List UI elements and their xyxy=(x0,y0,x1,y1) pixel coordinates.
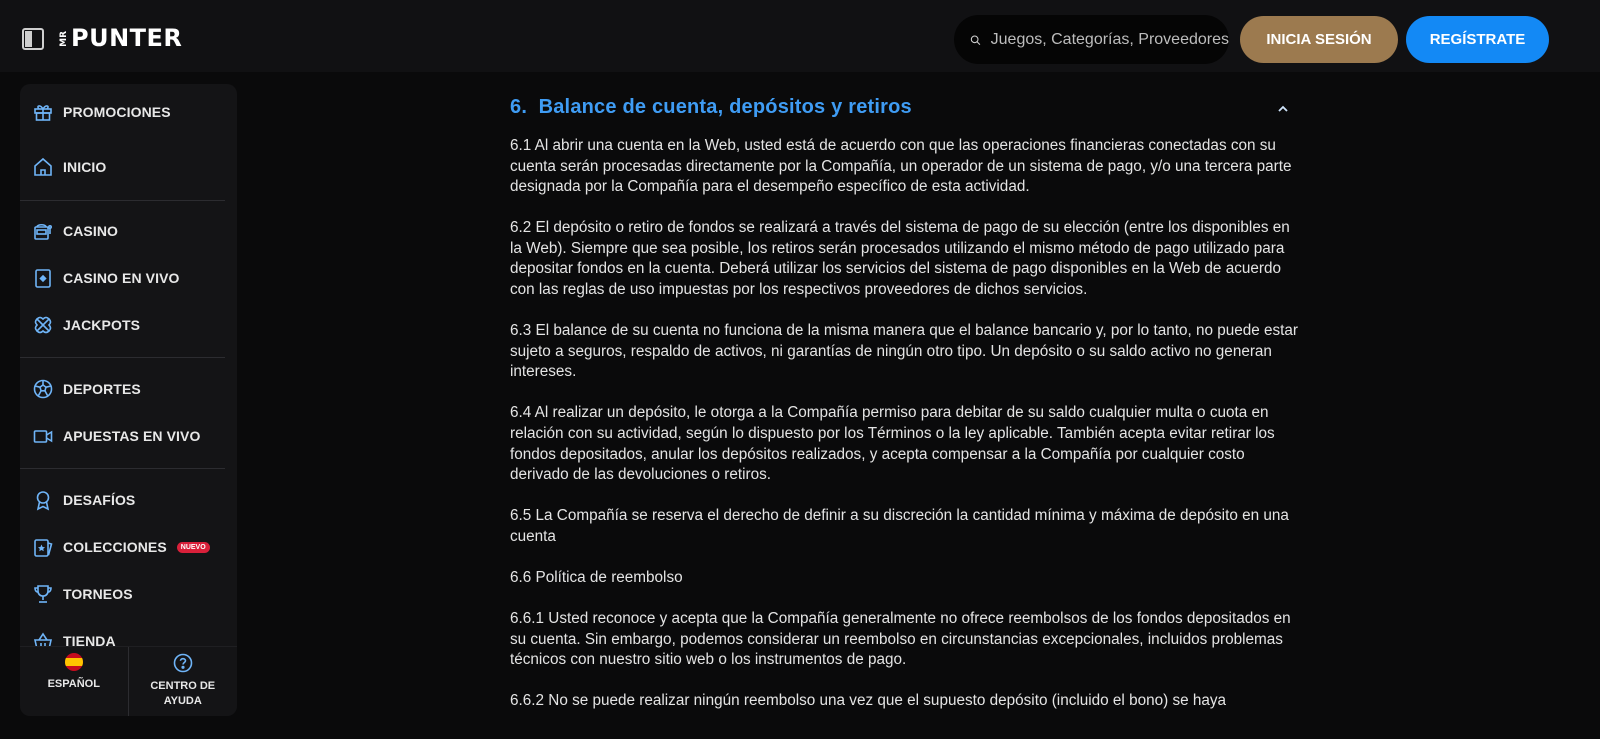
clover-icon xyxy=(34,316,52,334)
logo[interactable]: MR PUNTER xyxy=(59,24,183,52)
sidebar-item-casino-en-vivo[interactable]: CASINO EN VIVO xyxy=(20,258,237,298)
sidebar-item-inicio[interactable]: INICIO xyxy=(20,147,237,187)
help-center-line1: CENTRO DE xyxy=(150,680,216,692)
search-icon xyxy=(970,34,981,45)
help-icon xyxy=(173,653,193,673)
paragraph: 6.2 El depósito o retiro de fondos se re… xyxy=(510,219,1290,299)
sidebar-item-jackpots[interactable]: JACKPOTS xyxy=(20,305,237,345)
sidebar-item-label: DEPORTES xyxy=(63,381,141,397)
soccer-ball-icon xyxy=(33,379,53,399)
sidebar-item-colecciones[interactable]: COLECCIONES NUEVO xyxy=(20,527,237,567)
slot-machine-icon xyxy=(34,223,52,240)
sidebar: PROMOCIONES INICIO CASINO CASINO EN VIVO… xyxy=(20,84,237,716)
help-center-label: CENTRO DE AYUDA xyxy=(150,679,215,709)
sidebar-item-label: CASINO xyxy=(63,223,119,239)
card-icon xyxy=(35,269,51,288)
paragraph: 6.5 La Compañía se reserva el derecho de… xyxy=(510,507,1289,545)
sidebar-item-label: COLECCIONES xyxy=(63,539,167,555)
sidebar-footer: ESPAÑOL CENTRO DE AYUDA xyxy=(20,646,237,716)
trophy-icon xyxy=(34,585,52,603)
sidebar-item-label: APUESTAS EN VIVO xyxy=(63,428,201,444)
sidebar-divider xyxy=(20,468,225,469)
logo-word: PUNTER xyxy=(71,24,183,52)
sidebar-item-label: TORNEOS xyxy=(63,586,133,602)
sidebar-item-apuestas-en-vivo[interactable]: APUESTAS EN VIVO xyxy=(20,416,237,456)
paragraph: 6.3 El balance de su cuenta no funciona … xyxy=(510,322,1299,381)
logo-small-text: MR xyxy=(59,31,69,47)
video-camera-icon xyxy=(33,430,53,443)
sidebar-divider xyxy=(20,357,225,358)
help-center-link[interactable]: CENTRO DE AYUDA xyxy=(129,647,238,716)
top-bar: MR PUNTER Juegos, Categorías, Proveedore… xyxy=(0,0,1600,72)
sidebar-item-label: JACKPOTS xyxy=(63,317,141,333)
search-placeholder: Juegos, Categorías, Proveedores xyxy=(990,30,1229,48)
sidebar-item-deportes[interactable]: DEPORTES xyxy=(20,369,237,409)
section-title: 6. Balance de cuenta, depósitos y retiro… xyxy=(510,96,912,118)
language-selector[interactable]: ESPAÑOL xyxy=(20,647,129,716)
sidebar-item-label: INICIO xyxy=(63,159,107,175)
register-button[interactable]: REGÍSTRATE xyxy=(1406,16,1549,63)
gift-icon xyxy=(34,105,52,121)
language-label: ESPAÑOL xyxy=(47,678,100,690)
spain-flag-icon xyxy=(64,653,83,671)
medal-icon xyxy=(36,491,50,511)
help-center-line2: AYUDA xyxy=(163,695,202,707)
section-header[interactable]: 6. Balance de cuenta, depósitos y retiro… xyxy=(510,96,1300,122)
sidebar-item-casino[interactable]: CASINO xyxy=(20,211,237,251)
sidebar-toggle-icon[interactable] xyxy=(22,28,44,50)
sidebar-item-promociones[interactable]: PROMOCIONES xyxy=(20,92,237,132)
paragraph: 6.6.1 Usted reconoce y acepta que la Com… xyxy=(510,610,1291,669)
sidebar-item-desafios[interactable]: DESAFÍOS xyxy=(20,480,237,520)
new-badge: NUEVO xyxy=(176,541,210,553)
sidebar-divider xyxy=(20,200,225,201)
paragraph: 6.6.2 No se puede realizar ningún reembo… xyxy=(510,692,1227,710)
paragraph: 6.6 Política de reembolso xyxy=(510,569,683,586)
chevron-up-icon[interactable] xyxy=(1276,102,1290,116)
sidebar-item-label: DESAFÍOS xyxy=(63,492,136,508)
star-card-icon xyxy=(34,539,53,557)
sidebar-item-label: PROMOCIONES xyxy=(63,104,171,120)
search-input[interactable]: Juegos, Categorías, Proveedores xyxy=(954,15,1229,64)
sidebar-item-label: CASINO EN VIVO xyxy=(63,270,180,286)
sidebar-item-torneos[interactable]: TORNEOS xyxy=(20,574,237,614)
paragraph: 6.4 Al realizar un depósito, le otorga a… xyxy=(510,404,1275,484)
paragraph: 6.1 Al abrir una cuenta en la Web, usted… xyxy=(510,137,1292,196)
home-icon xyxy=(34,157,52,176)
login-button[interactable]: INICIA SESIÓN xyxy=(1240,16,1398,63)
terms-content: 6. Balance de cuenta, depósitos y retiro… xyxy=(510,96,1300,732)
